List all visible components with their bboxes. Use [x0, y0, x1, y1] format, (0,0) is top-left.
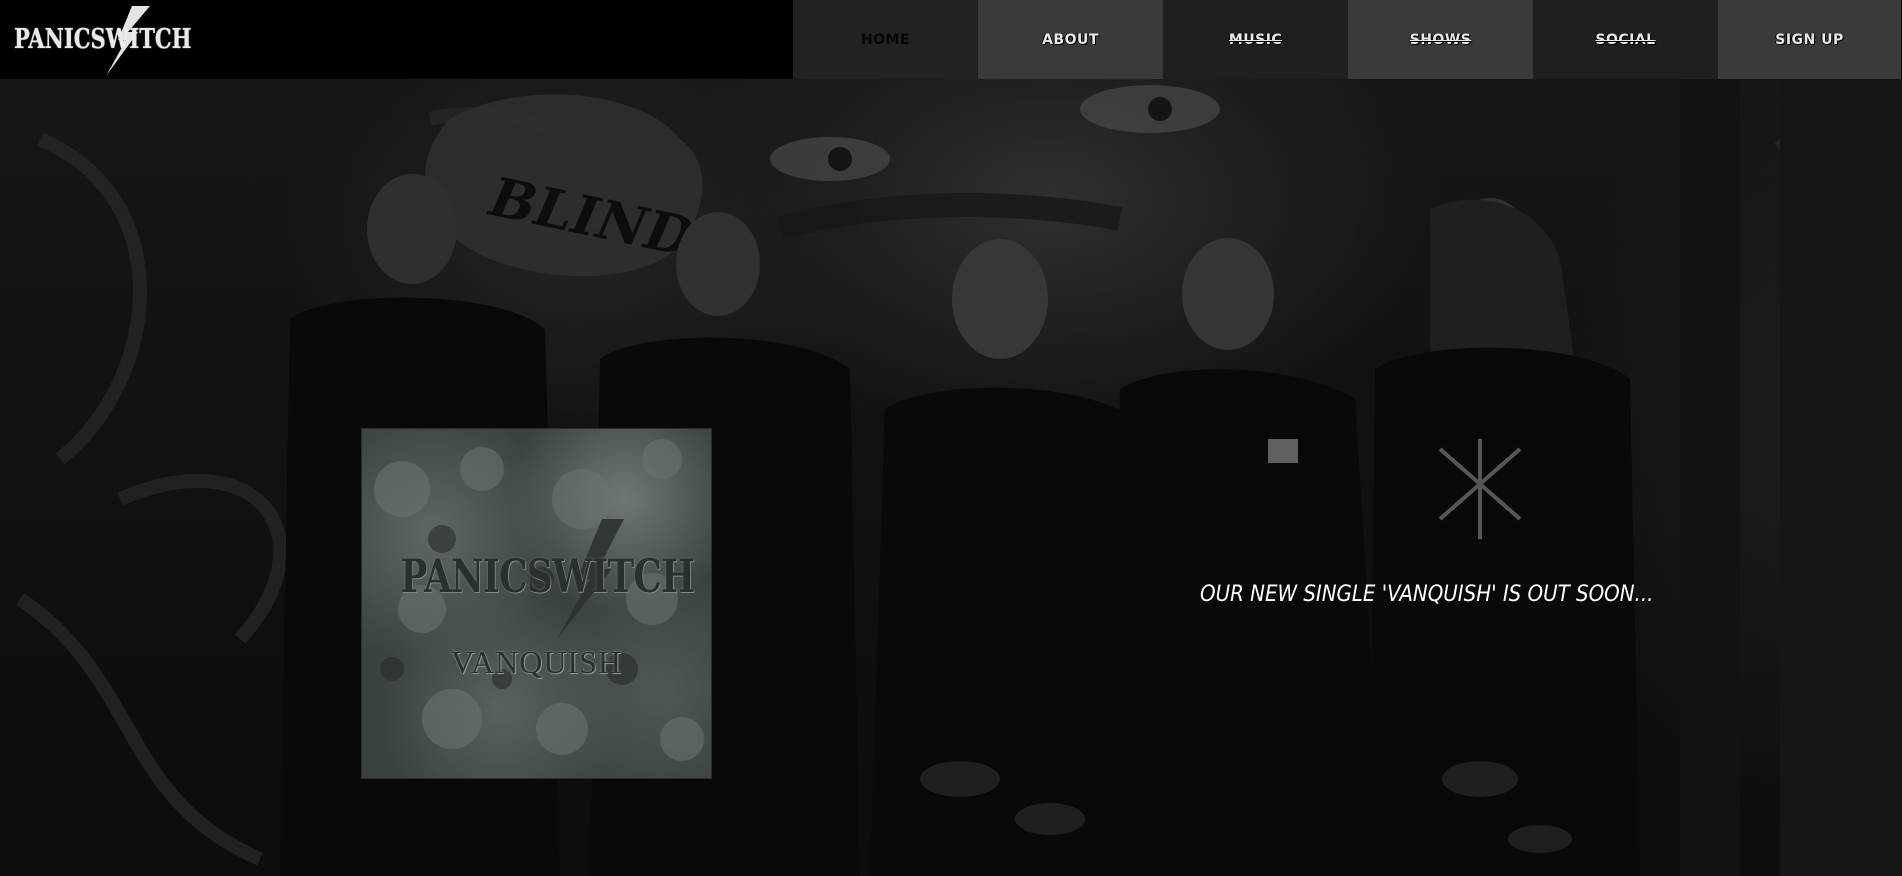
nav-music[interactable]: MUSIC — [1163, 0, 1348, 79]
hero-section: BLIND PANICSWITCH VANQUISH OUR NEW SINGL… — [0, 79, 1902, 876]
album-band-name: PANICSWITCH — [400, 549, 695, 603]
album-title: VANQUISH — [451, 644, 622, 680]
logo-text: PANICSWITCH — [14, 24, 192, 55]
nav-home[interactable]: HOME — [793, 0, 978, 79]
nav-music-label: MUSIC — [1228, 31, 1283, 48]
nav-sign-up[interactable]: SIGN UP — [1718, 0, 1901, 79]
album-texture — [374, 439, 704, 761]
nav-social-label: SOCIAL — [1595, 31, 1656, 48]
album-cover-vanquish[interactable]: PANICSWITCH VANQUISH — [362, 429, 711, 778]
nav-about[interactable]: ABOUT — [978, 0, 1163, 79]
nav-about-label: ABOUT — [1042, 31, 1099, 48]
page: PANICSWITCH HOME ABOUT MUSIC SHOWS SOCIA… — [0, 0, 1902, 876]
nav-shows-label: SHOWS — [1409, 31, 1472, 48]
nav-social[interactable]: SOCIAL — [1533, 0, 1718, 79]
nav-shows[interactable]: SHOWS — [1348, 0, 1533, 79]
site-header: PANICSWITCH HOME ABOUT MUSIC SHOWS SOCIA… — [0, 0, 1902, 79]
main-nav: HOME ABOUT MUSIC SHOWS SOCIAL SIGN UP — [793, 0, 1901, 79]
band-photo-background: BLIND — [0, 79, 1902, 876]
nav-sign-up-label: SIGN UP — [1775, 31, 1844, 48]
nav-home-label: HOME — [860, 31, 911, 48]
single-announcement: OUR NEW SINGLE 'VANQUISH' IS OUT SOON... — [1200, 582, 1654, 607]
band-logo[interactable]: PANICSWITCH — [14, 6, 192, 76]
